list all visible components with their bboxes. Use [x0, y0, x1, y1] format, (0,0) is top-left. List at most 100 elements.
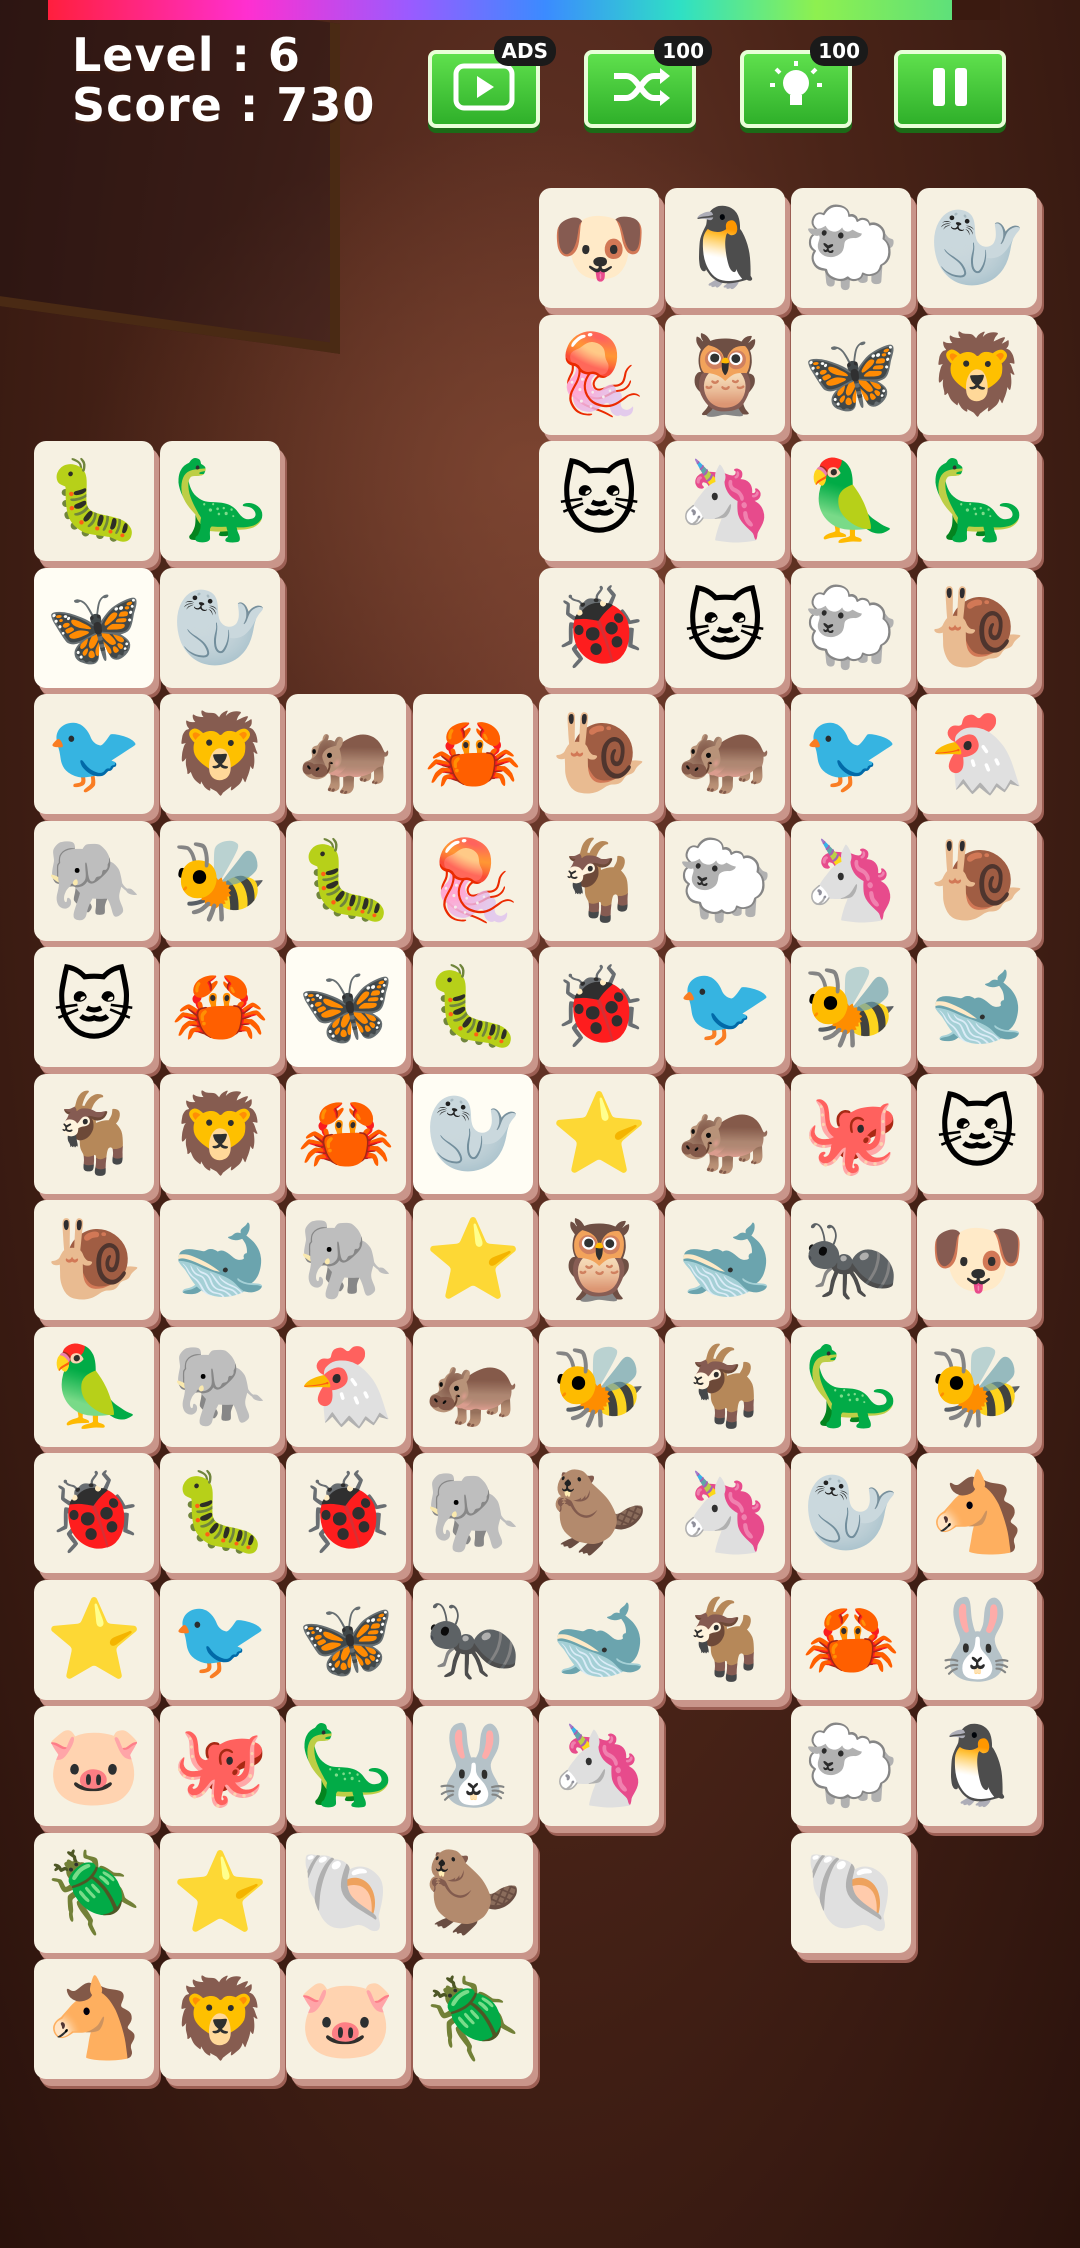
tile-bird[interactable]: 🐦 [665, 947, 785, 1067]
tile-beetle[interactable]: 🪲 [34, 1833, 154, 1953]
tile-caterpillar[interactable]: 🐛 [413, 947, 533, 1067]
tile-snail[interactable]: 🐌 [917, 568, 1037, 688]
tile-cat[interactable]: 🐱 [665, 568, 785, 688]
tile-ladybug[interactable]: 🐞 [286, 1453, 406, 1573]
watch-ad-button[interactable]: ADS [428, 36, 556, 128]
tile-bee[interactable]: 🐝 [539, 1327, 659, 1447]
tile-chicken[interactable]: 🐔 [286, 1327, 406, 1447]
tile-walrus[interactable]: 🦭 [413, 1074, 533, 1194]
tile-ladybug[interactable]: 🐞 [539, 947, 659, 1067]
tile-lion[interactable]: 🦁 [160, 1959, 280, 2079]
tile-hermit-crab[interactable]: 🐚 [286, 1833, 406, 1953]
tile-starfish[interactable]: ⭐ [539, 1074, 659, 1194]
tile-hippo[interactable]: 🦛 [665, 694, 785, 814]
hint-button[interactable]: 100 [740, 36, 868, 128]
tile-dinosaur[interactable]: 🦕 [160, 441, 280, 561]
tile-snail[interactable]: 🐌 [539, 694, 659, 814]
tile-chicken[interactable]: 🐔 [917, 694, 1037, 814]
tile-bee[interactable]: 🐝 [160, 821, 280, 941]
tile-dinosaur[interactable]: 🦕 [791, 1327, 911, 1447]
tile-owl[interactable]: 🦉 [539, 1200, 659, 1320]
tile-butterfly[interactable]: 🦋 [286, 947, 406, 1067]
tile-bird[interactable]: 🐦 [160, 1580, 280, 1700]
tile-jellyfish[interactable]: 🪼 [413, 821, 533, 941]
tile-cat[interactable]: 🐱 [34, 947, 154, 1067]
tile-whale[interactable]: 🐋 [160, 1200, 280, 1320]
tile-lion[interactable]: 🦁 [160, 694, 280, 814]
shuffle-button[interactable]: 100 [584, 36, 712, 128]
tile-unicorn[interactable]: 🦄 [665, 441, 785, 561]
tile-seahorse[interactable]: 🐴 [34, 1959, 154, 2079]
tile-sheep[interactable]: 🐑 [791, 188, 911, 308]
tile-crab[interactable]: 🦀 [286, 1074, 406, 1194]
tile-dinosaur[interactable]: 🦕 [286, 1706, 406, 1826]
tile-ladybug[interactable]: 🐞 [539, 568, 659, 688]
tile-unicorn[interactable]: 🦄 [665, 1453, 785, 1573]
tile-caterpillar[interactable]: 🐛 [34, 441, 154, 561]
tile-walrus[interactable]: 🦭 [791, 1453, 911, 1573]
tile-ant[interactable]: 🐜 [791, 1200, 911, 1320]
tile-walrus[interactable]: 🦭 [917, 188, 1037, 308]
tile-cat[interactable]: 🐱 [917, 1074, 1037, 1194]
tile-starfish[interactable]: ⭐ [413, 1200, 533, 1320]
tile-parrot[interactable]: 🦜 [791, 441, 911, 561]
tile-crab[interactable]: 🦀 [413, 694, 533, 814]
tile-whale[interactable]: 🐋 [917, 947, 1037, 1067]
tile-snail[interactable]: 🐌 [34, 1200, 154, 1320]
tile-elephant[interactable]: 🐘 [160, 1327, 280, 1447]
tile-hippo[interactable]: 🦛 [413, 1327, 533, 1447]
tile-parrot[interactable]: 🦜 [34, 1327, 154, 1447]
pause-button[interactable] [894, 50, 1006, 128]
tile-jellyfish[interactable]: 🪼 [539, 315, 659, 435]
tile-owl[interactable]: 🦉 [665, 315, 785, 435]
tile-snail[interactable]: 🐌 [917, 821, 1037, 941]
tile-dinosaur[interactable]: 🦕 [917, 441, 1037, 561]
tile-beetle[interactable]: 🪲 [413, 1959, 533, 2079]
tile-ladybug[interactable]: 🐞 [34, 1453, 154, 1573]
tile-elephant[interactable]: 🐘 [413, 1453, 533, 1573]
tile-goat[interactable]: 🐐 [34, 1074, 154, 1194]
tile-lion[interactable]: 🦁 [917, 315, 1037, 435]
tile-penguin[interactable]: 🐧 [665, 188, 785, 308]
tile-dog[interactable]: 🐶 [917, 1200, 1037, 1320]
tile-starfish[interactable]: ⭐ [34, 1580, 154, 1700]
tile-caterpillar[interactable]: 🐛 [160, 1453, 280, 1573]
tile-hermit-crab[interactable]: 🐚 [791, 1833, 911, 1953]
tile-sheep[interactable]: 🐑 [665, 821, 785, 941]
tile-octopus[interactable]: 🐙 [160, 1706, 280, 1826]
tile-sheep[interactable]: 🐑 [791, 568, 911, 688]
tile-seahorse[interactable]: 🐴 [917, 1453, 1037, 1573]
tile-butterfly[interactable]: 🦋 [34, 568, 154, 688]
tile-hippo[interactable]: 🦛 [665, 1074, 785, 1194]
tile-rabbit[interactable]: 🐰 [413, 1706, 533, 1826]
tile-hippo[interactable]: 🦛 [286, 694, 406, 814]
tile-whale[interactable]: 🐋 [665, 1200, 785, 1320]
tile-octopus[interactable]: 🐙 [791, 1074, 911, 1194]
tile-unicorn[interactable]: 🦄 [791, 821, 911, 941]
tile-pig[interactable]: 🐷 [34, 1706, 154, 1826]
tile-bee[interactable]: 🐝 [917, 1327, 1037, 1447]
tile-dog[interactable]: 🐶 [539, 188, 659, 308]
tile-caterpillar[interactable]: 🐛 [286, 821, 406, 941]
tile-pig[interactable]: 🐷 [286, 1959, 406, 2079]
tile-ant[interactable]: 🐜 [413, 1580, 533, 1700]
tile-crab[interactable]: 🦀 [160, 947, 280, 1067]
tile-bird[interactable]: 🐦 [34, 694, 154, 814]
tile-crab[interactable]: 🦀 [791, 1580, 911, 1700]
tile-butterfly[interactable]: 🦋 [791, 315, 911, 435]
tile-elephant[interactable]: 🐘 [34, 821, 154, 941]
tile-lion[interactable]: 🦁 [160, 1074, 280, 1194]
tile-goat[interactable]: 🐐 [539, 821, 659, 941]
tile-rabbit[interactable]: 🐰 [917, 1580, 1037, 1700]
tile-beaver[interactable]: 🦫 [413, 1833, 533, 1953]
tile-unicorn[interactable]: 🦄 [539, 1706, 659, 1826]
tile-penguin[interactable]: 🐧 [917, 1706, 1037, 1826]
tile-whale[interactable]: 🐋 [539, 1580, 659, 1700]
tile-butterfly[interactable]: 🦋 [286, 1580, 406, 1700]
tile-walrus[interactable]: 🦭 [160, 568, 280, 688]
tile-bird[interactable]: 🐦 [791, 694, 911, 814]
tile-elephant[interactable]: 🐘 [286, 1200, 406, 1320]
tile-beaver[interactable]: 🦫 [539, 1453, 659, 1573]
tile-sheep[interactable]: 🐑 [791, 1706, 911, 1826]
tile-bee[interactable]: 🐝 [791, 947, 911, 1067]
